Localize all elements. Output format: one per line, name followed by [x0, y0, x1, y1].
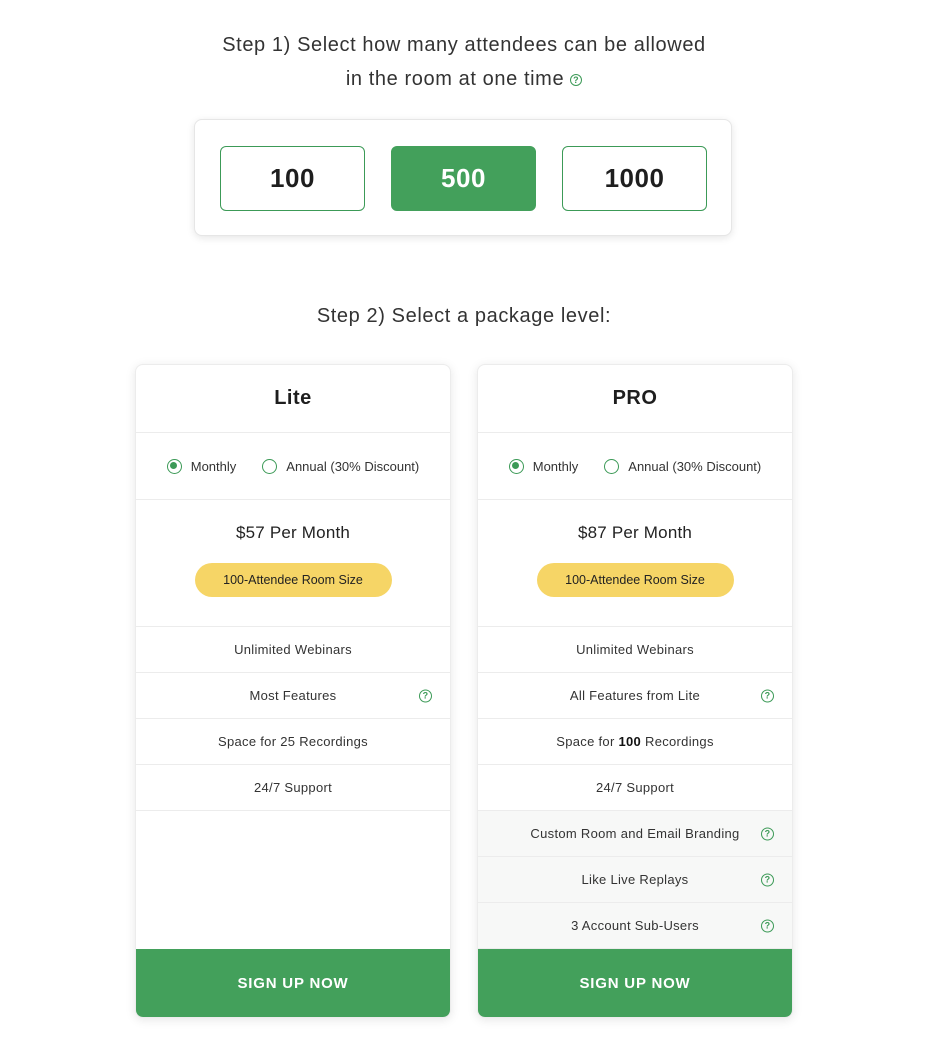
attendee-size-selector: 100 500 1000	[194, 119, 732, 236]
plan-card-lite: Lite Monthly Annual (30% Discount) $57 P…	[135, 364, 451, 1018]
feature-row: Most Features ?	[136, 673, 450, 719]
step1-heading-line2: in the room at one time	[345, 68, 565, 90]
plan-card-pro: PRO Monthly Annual (30% Discount) $87 Pe…	[477, 364, 793, 1018]
feature-row: 24/7 Support	[478, 765, 792, 811]
feature-text: 24/7 Support	[253, 780, 333, 795]
help-icon[interactable]: ?	[761, 919, 774, 932]
step1-heading: Step 1) Select how many attendees can be…	[0, 28, 928, 96]
help-icon[interactable]: ?	[761, 689, 774, 702]
feature-row: Unlimited Webinars	[136, 627, 450, 673]
attendee-option-100[interactable]: 100	[220, 146, 365, 211]
plan-title: PRO	[478, 365, 792, 433]
feature-row: 24/7 Support	[136, 765, 450, 811]
plan-title: Lite	[136, 365, 450, 433]
billing-toggle: Monthly Annual (30% Discount)	[136, 433, 450, 500]
billing-toggle: Monthly Annual (30% Discount)	[478, 433, 792, 500]
billing-monthly-label: Monthly	[190, 458, 237, 474]
radio-unchecked-icon[interactable]	[604, 458, 620, 474]
radio-unchecked-icon[interactable]	[262, 458, 278, 474]
feature-text: Space for 25 Recordings	[218, 734, 368, 749]
feature-text: 3 Account Sub-Users	[571, 918, 699, 933]
feature-text-suffix: Recordings	[641, 734, 714, 749]
price-block: $87 Per Month 100-Attendee Room Size	[478, 500, 792, 627]
feature-text: 24/7 Support	[595, 780, 675, 795]
help-icon[interactable]: ?	[761, 827, 774, 840]
feature-row: Space for 100 Recordings	[478, 719, 792, 765]
signup-button[interactable]: SIGN UP NOW	[136, 949, 450, 1017]
help-icon[interactable]: ?	[570, 74, 583, 86]
attendee-option-1000[interactable]: 1000	[562, 146, 707, 211]
feature-text-prefix: Space for	[556, 734, 619, 749]
attendee-option-500[interactable]: 500	[391, 146, 536, 211]
billing-annual-label: Annual (30% Discount)	[286, 458, 420, 474]
feature-row: 3 Account Sub-Users ?	[478, 903, 792, 949]
step2-heading: Step 2) Select a package level:	[316, 305, 612, 327]
billing-monthly-option[interactable]: Monthly	[166, 458, 237, 474]
feature-text: Custom Room and Email Branding	[530, 826, 740, 841]
billing-annual-option[interactable]: Annual (30% Discount)	[604, 458, 762, 474]
feature-text: Like Live Replays	[581, 872, 689, 887]
feature-text: All Features from Lite	[569, 688, 701, 703]
help-icon[interactable]: ?	[419, 689, 432, 702]
feature-text: Unlimited Webinars	[234, 642, 352, 657]
step1-heading-line1: Step 1) Select how many attendees can be…	[222, 34, 706, 56]
feature-row: Space for 25 Recordings	[136, 719, 450, 765]
radio-checked-icon[interactable]	[508, 458, 524, 474]
feature-row: Like Live Replays ?	[478, 857, 792, 903]
price-block: $57 Per Month 100-Attendee Room Size	[136, 500, 450, 627]
feature-text: Space for 100 Recordings	[556, 734, 714, 749]
billing-annual-label: Annual (30% Discount)	[628, 458, 762, 474]
help-icon[interactable]: ?	[761, 873, 774, 886]
signup-button[interactable]: SIGN UP NOW	[478, 949, 792, 1017]
step1-heading-line2-wrap: in the room at one time?	[0, 62, 928, 96]
feature-text: Unlimited Webinars	[576, 642, 694, 657]
feature-text-bold: 100	[618, 734, 642, 749]
feature-text: Most Features	[249, 688, 337, 703]
feature-row: All Features from Lite ?	[478, 673, 792, 719]
billing-annual-option[interactable]: Annual (30% Discount)	[262, 458, 420, 474]
feature-row: Custom Room and Email Branding ?	[478, 811, 792, 857]
billing-monthly-option[interactable]: Monthly	[508, 458, 579, 474]
billing-monthly-label: Monthly	[532, 458, 579, 474]
price: $57 Per Month	[235, 523, 351, 542]
room-size-badge: 100-Attendee Room Size	[536, 563, 734, 597]
feature-row: Unlimited Webinars	[478, 627, 792, 673]
room-size-badge: 100-Attendee Room Size	[194, 563, 392, 597]
price: $87 Per Month	[577, 523, 693, 542]
radio-checked-icon[interactable]	[166, 458, 182, 474]
